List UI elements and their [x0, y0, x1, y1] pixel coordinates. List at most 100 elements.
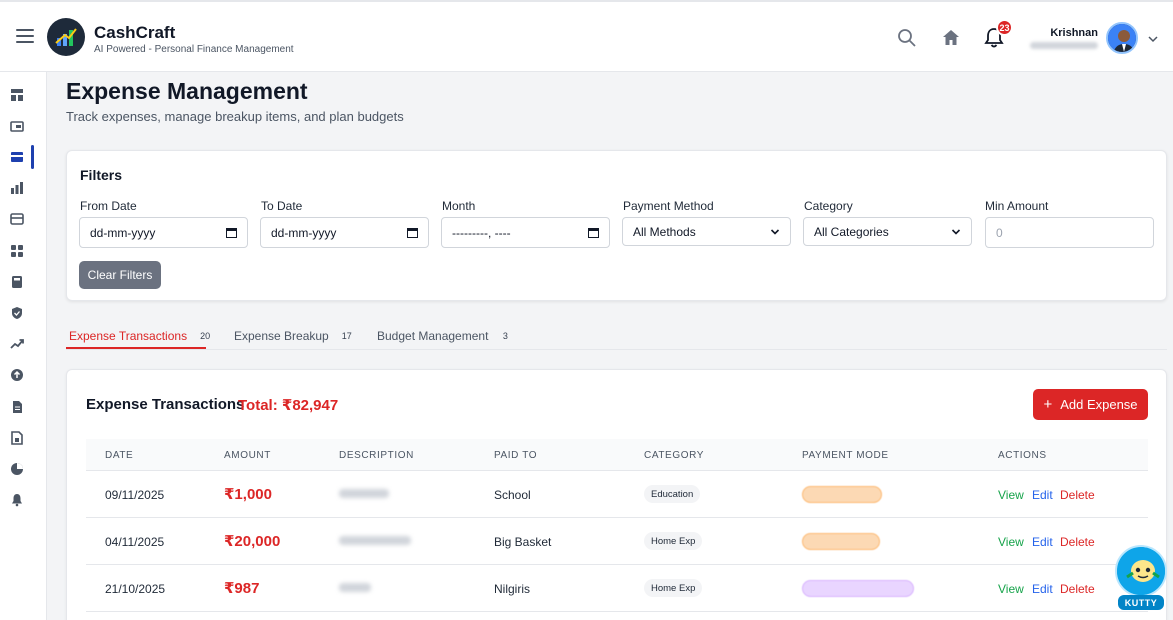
user-name: Krishnan — [1050, 27, 1098, 39]
min-amount-label: Min Amount — [985, 199, 1049, 213]
row-payment-mode-redacted — [802, 486, 882, 503]
active-tab-underline — [66, 347, 206, 349]
search-icon[interactable] — [897, 28, 917, 48]
row-payment-mode-redacted — [802, 580, 914, 597]
avatar[interactable] — [1106, 22, 1138, 54]
row-category-badge: Home Exp — [644, 579, 703, 597]
row-amount: ₹20,000 — [224, 533, 281, 550]
column-header-actions: ACTIONS — [998, 450, 1047, 461]
plus-icon: + — [1043, 396, 1053, 413]
row-category-badge: Education — [644, 485, 701, 503]
delete-button[interactable]: Delete — [1060, 488, 1095, 502]
expense-transactions-card: Expense Transactions Total: ₹82,947 + Ad… — [66, 369, 1167, 620]
home-icon[interactable] — [941, 28, 961, 48]
filters-title: Filters — [80, 167, 123, 183]
column-header-date: DATE — [105, 450, 134, 461]
tab-count: 17 — [336, 328, 357, 344]
calendar-icon[interactable] — [588, 227, 599, 238]
top-header: CashCraft AI Powered - Personal Finance … — [0, 0, 1173, 72]
table-title: Expense Transactions — [86, 396, 245, 413]
tab-count: 20 — [195, 328, 216, 344]
row-date: 21/10/2025 — [105, 582, 166, 596]
view-button[interactable]: View — [998, 582, 1024, 596]
file-report-icon[interactable] — [10, 431, 24, 445]
tab-expense-transactions[interactable]: Expense Transactions 20 — [69, 328, 216, 344]
from-date-value: dd-mm-yyyy — [90, 225, 156, 240]
row-paid-to: Big Basket — [494, 535, 552, 549]
row-date: 04/11/2025 — [105, 535, 165, 549]
edit-button[interactable]: Edit — [1032, 582, 1053, 596]
chevron-down-icon[interactable] — [1148, 34, 1158, 44]
min-amount-placeholder: 0 — [996, 225, 1003, 240]
payment-method-value: All Methods — [633, 224, 696, 239]
chevron-down-icon — [770, 228, 780, 235]
to-date-label: To Date — [261, 199, 303, 213]
column-header-amount: AMOUNT — [224, 450, 271, 461]
tab-label: Expense Transactions — [69, 329, 188, 343]
kutty-label[interactable]: KUTTY — [1118, 595, 1164, 610]
table-row: 09/11/2025 ₹1,000 School Education View … — [86, 471, 1148, 518]
column-header-category: CATEGORY — [644, 450, 704, 461]
row-amount: ₹987 — [224, 580, 260, 597]
row-date: 09/11/2025 — [105, 488, 165, 502]
tab-budget-management[interactable]: Budget Management 3 — [377, 328, 515, 344]
row-description-redacted — [339, 583, 371, 592]
trending-up-icon[interactable] — [10, 337, 24, 351]
month-value: ---------, ---- — [452, 225, 511, 240]
category-select[interactable]: All Categories — [803, 217, 972, 246]
table-total: Total: ₹82,947 — [238, 397, 339, 414]
edit-button[interactable]: Edit — [1032, 488, 1053, 502]
payment-method-select[interactable]: All Methods — [622, 217, 791, 246]
wallet-icon[interactable] — [10, 119, 24, 133]
pie-chart-icon[interactable] — [10, 462, 24, 476]
tabs-divider — [66, 349, 1167, 350]
shield-icon[interactable] — [10, 306, 24, 320]
min-amount-input[interactable]: 0 — [985, 217, 1154, 248]
view-button[interactable]: View — [998, 488, 1024, 502]
view-button[interactable]: View — [998, 535, 1024, 549]
page-title: Expense Management — [66, 78, 308, 104]
column-header-description: DESCRIPTION — [339, 450, 414, 461]
kutty-assistant-button[interactable] — [1115, 545, 1167, 597]
clear-filters-button[interactable]: Clear Filters — [79, 261, 161, 289]
credit-card-icon[interactable] — [10, 150, 24, 164]
app-subtitle: AI Powered - Personal Finance Management — [94, 44, 294, 55]
column-header-paid-to: PAID TO — [494, 450, 538, 461]
tab-expense-breakup[interactable]: Expense Breakup 17 — [234, 328, 357, 344]
edit-button[interactable]: Edit — [1032, 535, 1053, 549]
filters-panel: Filters From Date dd-mm-yyyy To Date dd-… — [66, 150, 1167, 301]
row-payment-mode-redacted — [802, 533, 880, 550]
delete-button[interactable]: Delete — [1060, 535, 1095, 549]
add-expense-label: Add Expense — [1060, 397, 1138, 412]
document-icon[interactable] — [10, 400, 24, 414]
from-date-label: From Date — [80, 199, 137, 213]
page-subtitle: Track expenses, manage breakup items, an… — [66, 109, 404, 124]
calculator-icon[interactable] — [10, 275, 24, 289]
calendar-icon[interactable] — [226, 227, 237, 238]
month-input[interactable]: ---------, ---- — [441, 217, 610, 248]
add-expense-button[interactable]: + Add Expense — [1033, 389, 1148, 420]
calendar-icon[interactable] — [407, 227, 418, 238]
upload-circle-icon[interactable] — [10, 368, 24, 382]
tab-label: Expense Breakup — [234, 329, 329, 343]
bar-chart-icon[interactable] — [10, 181, 24, 195]
tab-label: Budget Management — [377, 329, 489, 343]
grid-icon[interactable] — [10, 244, 24, 258]
tab-count: 3 — [496, 328, 515, 344]
to-date-input[interactable]: dd-mm-yyyy — [260, 217, 429, 248]
column-header-payment-mode: PAYMENT MODE — [802, 450, 889, 461]
row-amount: ₹1,000 — [224, 486, 272, 503]
menu-icon[interactable] — [16, 29, 34, 43]
row-category-badge: Home Exp — [644, 532, 703, 550]
app-logo — [47, 18, 85, 56]
to-date-value: dd-mm-yyyy — [271, 225, 337, 240]
month-label: Month — [442, 199, 476, 213]
user-email-redacted — [1030, 42, 1098, 49]
dashboard-icon[interactable] — [10, 88, 24, 102]
card-icon[interactable] — [10, 212, 24, 226]
delete-button[interactable]: Delete — [1060, 582, 1095, 596]
table-row: 04/11/2025 ₹20,000 Big Basket Home Exp V… — [86, 518, 1148, 565]
from-date-input[interactable]: dd-mm-yyyy — [79, 217, 248, 248]
bell-sidebar-icon[interactable] — [10, 493, 24, 507]
sidebar-active-indicator — [31, 145, 34, 169]
